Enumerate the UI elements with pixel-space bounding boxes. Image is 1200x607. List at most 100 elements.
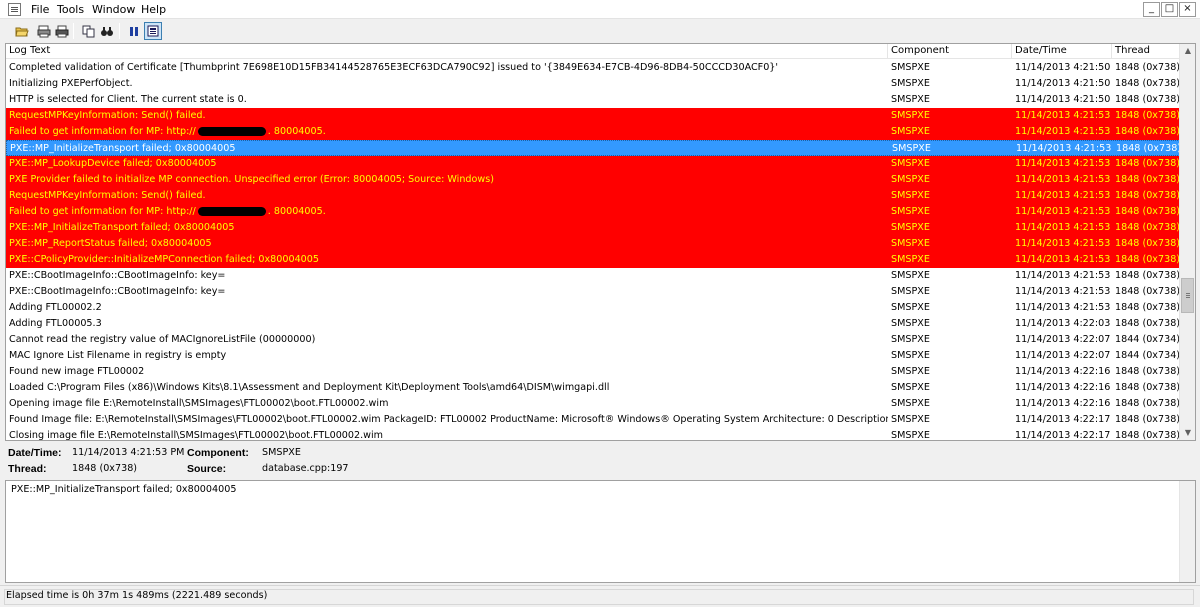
datetime-cell: 11/14/2013 4:21:53 PM — [1015, 238, 1112, 249]
log-row[interactable]: MAC Ignore List Filename in registry is … — [6, 348, 1180, 364]
stop-icon[interactable] — [144, 22, 162, 40]
log-text-cell: Loaded C:\Program Files (x86)\Windows Ki… — [6, 380, 888, 396]
log-row[interactable]: Failed to get information for MP: http:/… — [6, 204, 1180, 220]
open-icon[interactable] — [13, 22, 31, 40]
component-label: Component: — [187, 447, 249, 459]
log-row[interactable]: Failed to get information for MP: http:/… — [6, 124, 1180, 140]
log-row[interactable]: Completed validation of Certificate [Thu… — [6, 60, 1180, 76]
datetime-cell: 11/14/2013 4:22:07 PM — [1015, 350, 1112, 361]
log-text: Adding FTL00002.2 — [9, 302, 102, 313]
copy-icon[interactable] — [80, 22, 98, 40]
log-row[interactable]: Closing image file E:\RemoteInstall\SMSI… — [6, 428, 1180, 440]
log-text-cell: Adding FTL00002.2 — [6, 300, 888, 316]
log-text-cell: PXE::MP_ReportStatus failed; 0x80004005 — [6, 236, 888, 252]
message-box[interactable]: PXE::MP_InitializeTransport failed; 0x80… — [5, 480, 1196, 583]
log-text-cell: Found new image FTL00002 — [6, 364, 888, 380]
menu-file[interactable]: File — [29, 2, 51, 17]
log-text-cell: PXE::MP_InitializeTransport failed; 0x80… — [6, 220, 888, 236]
thread-cell: 1848 (0x738) — [1115, 366, 1180, 377]
column-header-datetime[interactable]: Date/Time — [1012, 44, 1112, 59]
datetime-cell: 11/14/2013 4:21:53 PM — [1015, 206, 1112, 217]
datetime-cell: 11/14/2013 4:21:53 PM — [1016, 143, 1113, 154]
log-row[interactable]: Initializing PXEPerfObject. SMSPXE 11/14/2… — [6, 76, 1180, 92]
log-row[interactable]: Loaded C:\Program Files (x86)\Windows Ki… — [6, 380, 1180, 396]
log-text-cell: Completed validation of Certificate [Thu… — [6, 60, 888, 76]
log-text-cell: PXE::CBootImageInfo::CBootImageInfo: key… — [6, 284, 888, 300]
datetime-cell: 11/14/2013 4:22:07 PM — [1015, 334, 1112, 345]
print-icon[interactable] — [53, 22, 71, 40]
column-header-component[interactable]: Component — [888, 44, 1012, 59]
minimize-button[interactable]: _ — [1143, 2, 1160, 17]
datetime-cell: 11/14/2013 4:21:53 PM — [1015, 270, 1112, 281]
log-row[interactable]: Opening image file E:\RemoteInstall\SMSI… — [6, 396, 1180, 412]
component-cell: SMSPXE — [891, 286, 930, 297]
thread-cell: 1848 (0x738) — [1115, 318, 1180, 329]
component-cell: SMSPXE — [891, 334, 930, 345]
datetime-cell: 11/14/2013 4:21:53 PM — [1015, 126, 1112, 137]
column-header-thread[interactable]: Thread — [1112, 44, 1180, 59]
scroll-thumb[interactable] — [1181, 278, 1194, 313]
component-cell: SMSPXE — [891, 366, 930, 377]
component-cell: SMSPXE — [891, 110, 930, 121]
window-controls: _ □ × — [1142, 2, 1196, 17]
log-row[interactable]: Cannot read the registry value of MACIgn… — [6, 332, 1180, 348]
log-row[interactable]: Adding FTL00002.2 SMSPXE 11/14/2013 4:21:5… — [6, 300, 1180, 316]
pause-icon[interactable] — [125, 22, 143, 40]
datetime-cell: 11/14/2013 4:21:53 PM — [1015, 158, 1112, 169]
log-text: PXE::MP_LookupDevice failed; 0x80004005 — [9, 158, 217, 169]
status-bar: Elapsed time is 0h 37m 1s 489ms (2221.48… — [0, 585, 1200, 607]
log-row[interactable]: Adding FTL00005.3 SMSPXE 11/14/2013 4:22:0… — [6, 316, 1180, 332]
log-row[interactable]: PXE::MP_LookupDevice failed; 0x80004005 S… — [6, 156, 1180, 172]
column-header-log-text[interactable]: Log Text — [6, 44, 888, 59]
thread-cell: 1848 (0x738) — [1115, 110, 1180, 121]
log-text-cell: PXE::CBootImageInfo::CBootImageInfo: key… — [6, 268, 888, 284]
log-row[interactable]: Found new image FTL00002 SMSPXE 11/14/2013… — [6, 364, 1180, 380]
datetime-cell: 11/14/2013 4:22:16 PM — [1015, 398, 1112, 409]
log-header: Log Text Component Date/Time Thread — [6, 44, 1180, 59]
log-row[interactable]: PXE::CBootImageInfo::CBootImageInfo: key… — [6, 268, 1180, 284]
close-button[interactable]: × — [1179, 2, 1196, 17]
thread-label: Thread: — [8, 463, 47, 475]
restore-button[interactable]: □ — [1161, 2, 1178, 17]
log-text: HTTP is selected for Client. The current… — [9, 94, 247, 105]
log-row[interactable]: PXE::MP_ReportStatus failed; 0x80004005 S… — [6, 236, 1180, 252]
thread-cell: 1848 (0x738) — [1116, 143, 1181, 154]
log-row[interactable]: PXE::CPolicyProvider::InitializeMPConnec… — [6, 252, 1180, 268]
scroll-up-arrow-icon[interactable]: ▲ — [1183, 46, 1193, 56]
toolbar-separator — [73, 23, 74, 39]
component-cell: SMSPXE — [891, 126, 930, 137]
log-row[interactable]: PXE::MP_InitializeTransport failed; 0x80… — [6, 220, 1180, 236]
log-row[interactable]: PXE::MP_InitializeTransport failed; 0x80… — [6, 140, 1181, 156]
log-row[interactable]: RequestMPKeyInformation: Send() failed. S… — [6, 108, 1180, 124]
menu-bar: File Tools Window Help _ □ × — [0, 0, 1200, 19]
scroll-down-arrow-icon[interactable]: ▼ — [1183, 428, 1193, 438]
log-text-cell: PXE Provider failed to initialize MP con… — [6, 172, 888, 188]
thread-cell: 1844 (0x734) — [1115, 350, 1180, 361]
log-row[interactable]: HTTP is selected for Client. The current… — [6, 92, 1180, 108]
log-row[interactable]: Found Image file: E:\RemoteInstall\SMSIm… — [6, 412, 1180, 428]
thread-cell: 1848 (0x738) — [1115, 414, 1180, 425]
log-text: Failed to get information for MP: http:/… — [9, 206, 196, 217]
datetime-cell: 11/14/2013 4:21:53 PM — [1015, 254, 1112, 265]
component-cell: SMSPXE — [891, 270, 930, 281]
log-row[interactable]: PXE::CBootImageInfo::CBootImageInfo: key… — [6, 284, 1180, 300]
log-text-cell: Closing image file E:\RemoteInstall\SMSI… — [6, 428, 888, 440]
menu-tools[interactable]: Tools — [55, 2, 86, 17]
log-row[interactable]: RequestMPKeyInformation: Send() failed. S… — [6, 188, 1180, 204]
find-icon[interactable] — [98, 22, 116, 40]
log-list[interactable]: Log Text Component Date/Time Thread Comp… — [5, 43, 1196, 441]
log-scrollbar[interactable]: ▲ ▼ — [1179, 44, 1195, 440]
log-text: Found Image file: E:\RemoteInstall\SMSIm… — [9, 414, 888, 425]
datetime-cell: 11/14/2013 4:21:53 PM — [1015, 302, 1112, 313]
print-setup-icon[interactable] — [35, 22, 53, 40]
log-text: RequestMPKeyInformation: Send() failed. — [9, 110, 206, 121]
component-cell: SMSPXE — [891, 254, 930, 265]
redaction-mark — [197, 206, 266, 216]
log-row[interactable]: PXE Provider failed to initialize MP con… — [6, 172, 1180, 188]
log-text: Cannot read the registry value of MACIgn… — [9, 334, 316, 345]
component-cell: SMSPXE — [891, 62, 930, 73]
thread-cell: 1848 (0x738) — [1115, 190, 1180, 201]
menu-help[interactable]: Help — [139, 2, 168, 17]
message-scrollbar[interactable] — [1179, 481, 1195, 582]
menu-window[interactable]: Window — [90, 2, 137, 17]
